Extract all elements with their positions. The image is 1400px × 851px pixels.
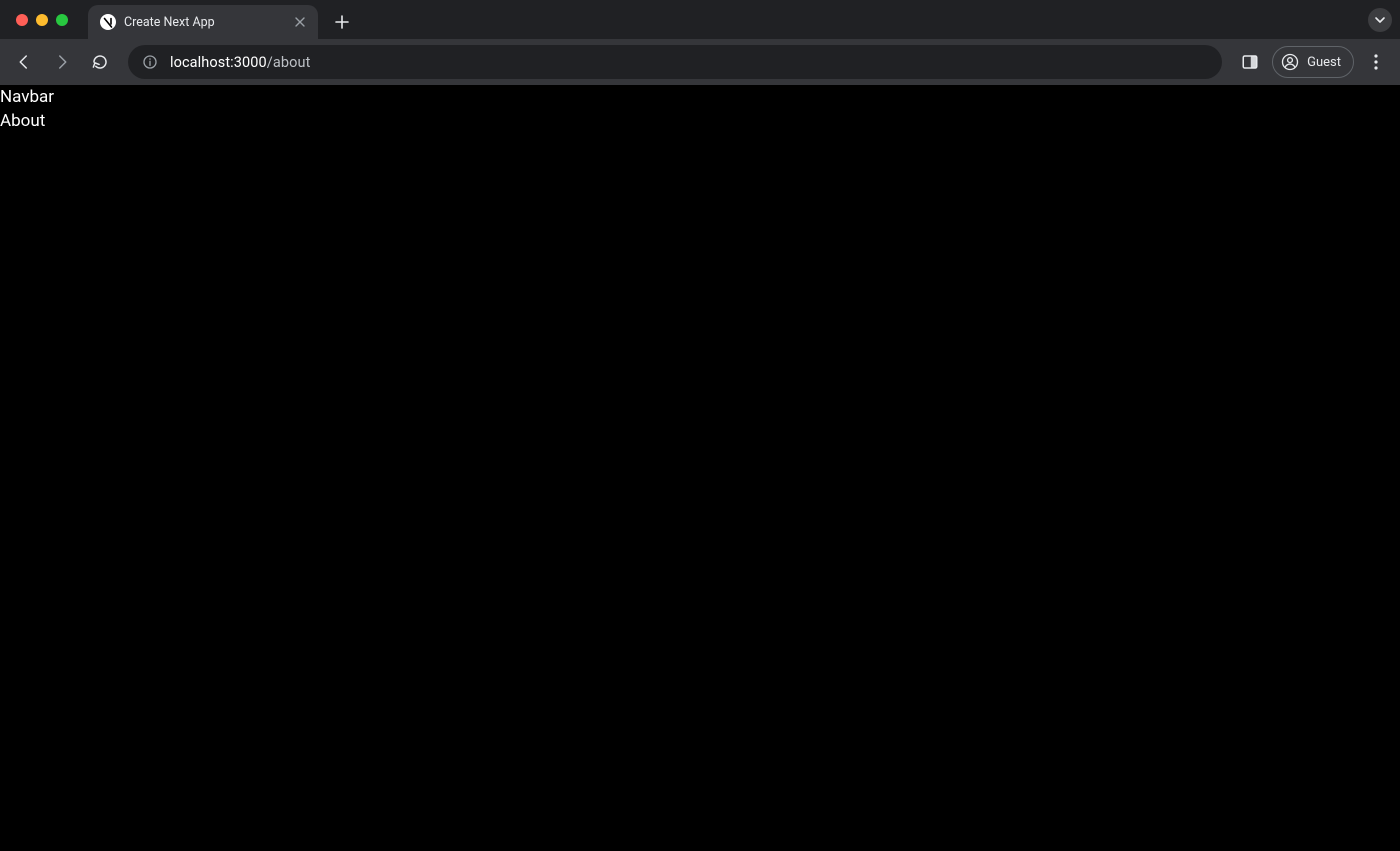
site-info-icon[interactable] — [142, 54, 158, 70]
window-minimize-button[interactable] — [36, 14, 48, 26]
forward-button[interactable] — [46, 46, 78, 78]
window-controls — [10, 0, 76, 39]
browser-toolbar: localhost:3000/about Guest — [0, 39, 1400, 85]
window-close-button[interactable] — [16, 14, 28, 26]
page-content: Navbar About — [0, 85, 1400, 133]
browser-tab[interactable]: Create Next App — [88, 5, 318, 39]
tab-title: Create Next App — [124, 15, 284, 30]
browser-menu-button[interactable] — [1360, 46, 1392, 78]
tabs-dropdown-button[interactable] — [1368, 8, 1392, 32]
profile-label: Guest — [1307, 55, 1341, 70]
url-text: localhost:3000/about — [170, 54, 310, 71]
browser-chrome: Create Next App — [0, 0, 1400, 85]
about-text: About — [0, 109, 1400, 133]
reload-button[interactable] — [84, 46, 116, 78]
window-fullscreen-button[interactable] — [56, 14, 68, 26]
side-panel-toggle[interactable] — [1234, 46, 1266, 78]
profile-button[interactable]: Guest — [1272, 46, 1354, 78]
nextjs-favicon-icon — [100, 14, 116, 30]
tab-close-button[interactable] — [292, 14, 308, 30]
new-tab-button[interactable] — [328, 8, 356, 36]
navbar-text: Navbar — [0, 85, 1400, 109]
url-host: localhost:3000 — [170, 54, 267, 71]
back-button[interactable] — [8, 46, 40, 78]
address-bar[interactable]: localhost:3000/about — [128, 45, 1222, 79]
tab-strip: Create Next App — [0, 0, 1400, 39]
url-path: /about — [267, 54, 311, 71]
guest-avatar-icon — [1281, 53, 1299, 71]
